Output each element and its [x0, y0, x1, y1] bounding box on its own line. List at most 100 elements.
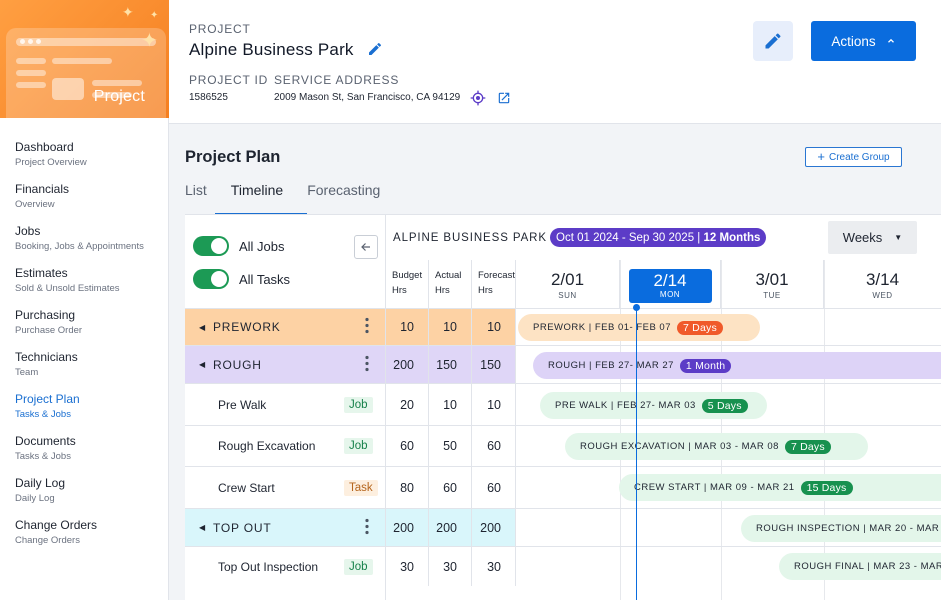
- sidebar-item-subtitle: Overview: [15, 199, 55, 210]
- project-label: PROJECT: [189, 22, 251, 36]
- budget-hours-cell: 20: [386, 384, 429, 425]
- budget-hours-cell: 60: [386, 426, 429, 466]
- project-title: Alpine Business Park: [189, 40, 354, 59]
- type-tag: Job: [344, 396, 373, 413]
- column-header-budget: Budget Hrs: [386, 260, 429, 308]
- pencil-icon[interactable]: [367, 41, 383, 57]
- group-name: TOP OUT: [213, 520, 272, 535]
- sidebar-item-daily-log[interactable]: Daily Log Daily Log: [0, 476, 168, 518]
- more-vertical-icon[interactable]: [364, 317, 370, 337]
- all-tasks-label: All Tasks: [239, 271, 291, 287]
- group-row[interactable]: ◀ TOP OUT 200 200 200 ROUGH INSPECTION | MAR …: [185, 508, 941, 546]
- row-name-cell: ◀ PREWORK: [185, 309, 385, 345]
- tab-list[interactable]: List: [185, 182, 207, 214]
- table-row[interactable]: Top Out Inspection Job 30 30 30 ROUGH FINAL |…: [185, 546, 941, 586]
- sidebar-item-subtitle: Booking, Jobs & Appointments: [15, 241, 144, 252]
- forecast-hours-cell: 60: [472, 426, 516, 466]
- today-marker-line: [636, 308, 637, 600]
- group-row[interactable]: ◀ PREWORK 10 10 10 PREWORK | FEB 01- FEB 07 7 …: [185, 308, 941, 345]
- collapse-caret-icon[interactable]: ◀: [199, 523, 205, 532]
- sidebar-item-title: Dashboard: [15, 140, 74, 154]
- sparkle-icon: ✦: [150, 10, 159, 21]
- sidebar-item-subtitle: Change Orders: [15, 535, 80, 546]
- date-label: 3/14: [865, 270, 900, 289]
- tab-timeline[interactable]: Timeline: [214, 182, 308, 215]
- timeline-bar-label: CREW START | MAR 09 - MAR 21: [634, 482, 795, 493]
- more-vertical-icon[interactable]: [364, 355, 370, 374]
- forecast-hours-cell: 30: [472, 547, 516, 586]
- all-tasks-toggle[interactable]: [193, 269, 229, 289]
- column-header-line: Forecast: [478, 270, 515, 281]
- table-row[interactable]: Crew Start Task 80 60 60 CREW START | MAR 09 …: [185, 466, 941, 508]
- group-row[interactable]: ◀ ROUGH 200 150 150 ROUGH | FEB 27- MAR 27 1 M…: [185, 345, 941, 383]
- sidebar: ✦ ✦ ✦ Project Dashboard Project Overview …: [0, 0, 169, 600]
- location-target-icon[interactable]: [470, 90, 486, 106]
- create-group-button[interactable]: + Create Group: [805, 147, 902, 167]
- timeline-bar[interactable]: ROUGH EXCAVATION | MAR 03 - MAR 08 7 Days: [565, 433, 868, 460]
- timeline-bar[interactable]: ROUGH INSPECTION | MAR 20 - MAR 27: [741, 515, 941, 542]
- collapse-panel-button[interactable]: [354, 235, 378, 259]
- timeline-bar[interactable]: PREWORK | FEB 01- FEB 07 7 Days: [518, 314, 760, 341]
- table-row[interactable]: Rough Excavation Job 60 50 60 ROUGH EXCAVATIO…: [185, 425, 941, 466]
- sidebar-item-title: Estimates: [15, 266, 68, 280]
- actions-button[interactable]: Actions: [811, 21, 916, 61]
- plus-icon: +: [817, 149, 825, 164]
- timeline-bar-label: PREWORK | FEB 01- FEB 07: [533, 322, 672, 333]
- row-name-cell: Pre Walk Job: [185, 384, 385, 425]
- sidebar-item-title: Jobs: [15, 224, 41, 238]
- budget-hours-cell: 80: [386, 467, 429, 508]
- main-content: Project Plan + Create Group List Timelin…: [169, 124, 941, 600]
- duration-badge: 5 Days: [701, 398, 748, 413]
- budget-hours-cell: 30: [386, 547, 429, 586]
- timeline-bar[interactable]: PRE WALK | FEB 27- MAR 03 5 Days: [540, 392, 767, 419]
- sparkle-icon: ✦: [122, 4, 134, 20]
- date-column-header: 3/01 TUE: [721, 260, 824, 308]
- sidebar-item-dashboard[interactable]: Dashboard Project Overview: [0, 140, 168, 182]
- page-title: Project Plan: [185, 148, 281, 166]
- timeline-bar[interactable]: ROUGH | FEB 27- MAR 27 1 Month: [533, 352, 941, 379]
- date-column-header: 3/14 WED: [824, 260, 941, 308]
- actual-hours-cell: 10: [429, 309, 472, 345]
- view-scale-value: Weeks: [842, 230, 883, 245]
- row-name-cell: Rough Excavation Job: [185, 426, 385, 466]
- all-jobs-toggle[interactable]: [193, 236, 229, 256]
- forecast-hours-cell: 10: [472, 384, 516, 425]
- sidebar-item-purchasing[interactable]: Purchasing Purchase Order: [0, 308, 168, 350]
- forecast-hours-cell: 150: [472, 346, 516, 383]
- sidebar-item-estimates[interactable]: Estimates Sold & Unsold Estimates: [0, 266, 168, 308]
- sidebar-item-technicians[interactable]: Technicians Team: [0, 350, 168, 392]
- sidebar-item-subtitle: Sold & Unsold Estimates: [15, 283, 120, 294]
- more-vertical-icon[interactable]: [364, 518, 370, 537]
- sidebar-item-subtitle: Project Overview: [15, 157, 87, 168]
- timeline-bar[interactable]: CREW START | MAR 09 - MAR 21 15 Days: [619, 474, 941, 501]
- collapse-caret-icon[interactable]: ◀: [199, 323, 205, 332]
- collapse-caret-icon[interactable]: ◀: [199, 360, 205, 369]
- timeline-bar-label: ROUGH EXCAVATION | MAR 03 - MAR 08: [580, 441, 779, 452]
- table-row[interactable]: Pre Walk Job 20 10 10 PRE WALK | FEB 27- MAR …: [185, 383, 941, 425]
- brand-label: Project: [93, 88, 145, 105]
- sidebar-item-title: Technicians: [15, 350, 78, 364]
- date-label: 2/14: [653, 271, 687, 290]
- date-range-duration: 12 Months: [703, 231, 761, 244]
- type-tag: Job: [344, 558, 373, 575]
- sidebar-item-project-plan[interactable]: Project Plan Tasks & Jobs: [0, 392, 168, 434]
- timeline-bar-label: PRE WALK | FEB 27- MAR 03: [555, 400, 696, 411]
- sidebar-item-change-orders[interactable]: Change Orders Change Orders: [0, 518, 168, 560]
- weekday-label: WED: [872, 291, 893, 300]
- date-column-header: 2/01 SUN: [516, 260, 620, 308]
- duration-badge: 15 Days: [800, 480, 853, 495]
- sidebar-item-title: Daily Log: [15, 476, 66, 490]
- sidebar-item-title: Project Plan: [15, 392, 80, 406]
- item-name: Top Out Inspection: [218, 559, 319, 574]
- view-scale-select[interactable]: Weeks ▼: [828, 221, 917, 254]
- tab-forecasting[interactable]: Forecasting: [307, 182, 380, 214]
- external-link-icon[interactable]: [497, 91, 511, 105]
- date-label: 2/01: [550, 270, 585, 289]
- sidebar-item-documents[interactable]: Documents Tasks & Jobs: [0, 434, 168, 476]
- edit-project-button[interactable]: [753, 21, 793, 61]
- sidebar-item-subtitle: Daily Log: [15, 493, 55, 504]
- sidebar-item-financials[interactable]: Financials Overview: [0, 182, 168, 224]
- sidebar-item-jobs[interactable]: Jobs Booking, Jobs & Appointments: [0, 224, 168, 266]
- actions-button-label: Actions: [831, 33, 876, 49]
- timeline-bar[interactable]: ROUGH FINAL | MAR 23 - MAR 27: [779, 553, 941, 580]
